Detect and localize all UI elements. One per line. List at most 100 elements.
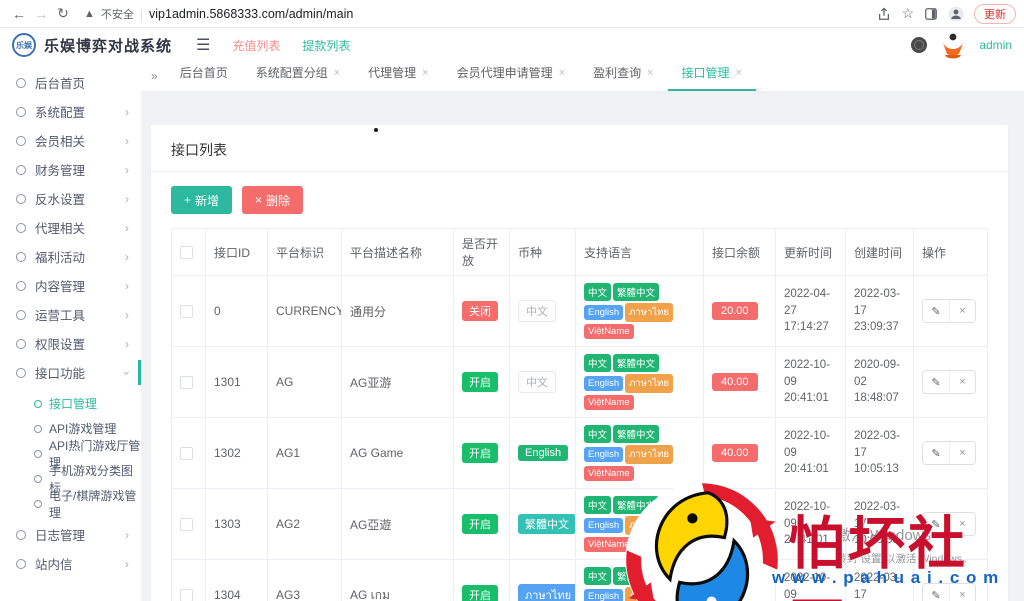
sidebar-item-8[interactable]: 运营工具› xyxy=(0,300,141,329)
updated-date: 2022-10-09 xyxy=(784,357,837,390)
tab-1[interactable]: 系统配置分组× xyxy=(242,64,354,91)
edit-icon[interactable]: ✎ xyxy=(923,513,949,535)
tab-close-icon[interactable]: × xyxy=(736,67,742,79)
column-header-6: 接口余额 xyxy=(704,229,776,276)
updated-date: 2022-10-09 xyxy=(784,570,837,601)
sidebar-subitem-label: 接口管理 xyxy=(49,395,97,412)
edit-icon[interactable]: ✎ xyxy=(923,300,949,322)
menu-circle-icon xyxy=(16,107,26,117)
currency-badge: 中文 xyxy=(518,300,556,322)
tab-2[interactable]: 代理管理 × xyxy=(354,64,442,91)
tab-4[interactable]: 盈利查询× xyxy=(579,64,667,91)
sidebar-item-11[interactable]: 日志管理› xyxy=(0,520,141,549)
cell-languages: 中文繁體中文EnglishภาษาไทยViệtName xyxy=(576,489,704,560)
language-badge: ภาษาไทย xyxy=(625,445,673,464)
sidebar-item-3[interactable]: 财务管理 › xyxy=(0,155,141,184)
sidebar-item-7[interactable]: 内容管理› xyxy=(0,271,141,300)
updated-date: 2022-10-09 xyxy=(784,428,837,461)
address-divider: | xyxy=(140,7,143,21)
submenu-circle-icon xyxy=(34,425,42,433)
sidebar-item-10[interactable]: 接口功能› xyxy=(0,358,141,387)
share-icon[interactable] xyxy=(877,7,891,21)
delete-row-icon[interactable]: × xyxy=(949,584,975,601)
bookmark-star-icon[interactable]: ☆ xyxy=(901,5,914,22)
delete-row-icon[interactable]: × xyxy=(949,371,975,393)
tab-label: 接口管理 xyxy=(682,64,730,81)
menu-circle-icon xyxy=(16,136,26,146)
sidebar-item-9[interactable]: 权限设置› xyxy=(0,329,141,358)
sidebar-item-12[interactable]: 站内信› xyxy=(0,549,141,578)
cell-platform-desc: AG亚游 xyxy=(342,347,454,418)
sidebar-item-0[interactable]: 后台首页 xyxy=(0,68,141,97)
tab-close-icon[interactable]: × xyxy=(422,67,428,79)
address-bar[interactable]: ▲ 不安全 | vip1admin.5868333.com/admin/main xyxy=(84,6,877,22)
row-checkbox[interactable] xyxy=(180,589,193,601)
sidebar-item-2[interactable]: 会员相关› xyxy=(0,126,141,155)
language-badge: 繁體中文 xyxy=(613,425,659,443)
reload-icon[interactable]: ↻ xyxy=(52,5,74,22)
sidebar-subitem-10-0[interactable]: 接口管理 xyxy=(0,391,141,416)
row-checkbox[interactable] xyxy=(180,518,193,531)
balance-badge: 40.00 xyxy=(712,586,758,601)
browser-update-button[interactable]: 更新 xyxy=(974,4,1016,24)
tab-label: 代理管理 xyxy=(368,64,416,81)
balance-badge: 40.00 xyxy=(712,373,758,391)
tab-close-icon[interactable]: × xyxy=(647,67,653,79)
select-all-checkbox[interactable] xyxy=(180,246,193,259)
delete-row-icon[interactable]: × xyxy=(949,442,975,464)
submenu-circle-icon xyxy=(34,475,42,483)
forward-icon[interactable]: → xyxy=(30,6,52,22)
row-checkbox[interactable] xyxy=(180,305,193,318)
sidebar-item-label: 反水设置 xyxy=(35,189,85,208)
row-checkbox[interactable] xyxy=(180,376,193,389)
sidebar-subitem-10-4[interactable]: 电子/棋牌游戏管理 xyxy=(0,491,141,516)
tab-close-icon[interactable]: × xyxy=(559,67,565,79)
tab-3[interactable]: 会员代理申请管理 × xyxy=(443,64,579,91)
stray-dot xyxy=(374,128,378,132)
sidebar-item-4[interactable]: 反水设置› xyxy=(0,184,141,213)
recharge-list-link[interactable]: 充值列表 xyxy=(232,37,280,54)
edit-icon[interactable]: ✎ xyxy=(923,442,949,464)
username[interactable]: admin xyxy=(979,38,1012,52)
sidebar-submenu: 接口管理API游戏管理API热门游戏厅管理手机游戏分类图标电子/棋牌游戏管理 xyxy=(0,387,141,520)
not-secure-label: 不安全 xyxy=(101,6,134,22)
delete-button[interactable]: ×删除 xyxy=(242,186,303,214)
sidebar-item-label: 财务管理 xyxy=(35,160,85,179)
delete-row-icon[interactable]: × xyxy=(949,300,975,322)
cell-created-time: 2022-03-1710:06:22 xyxy=(846,560,914,601)
language-badge: 中文 xyxy=(584,425,611,443)
language-badge: ViệtName xyxy=(584,466,634,481)
chevron-right-icon: › xyxy=(125,279,129,293)
cell-interface-id: 1303 xyxy=(206,489,268,560)
back-icon[interactable]: ← xyxy=(8,6,30,22)
globe-icon[interactable] xyxy=(911,37,927,53)
profile-icon[interactable] xyxy=(948,6,964,22)
sidebar-item-6[interactable]: 福利活动› xyxy=(0,242,141,271)
language-badge: English xyxy=(584,305,623,320)
sidebar-collapse-icon[interactable]: ☰ xyxy=(196,35,210,55)
edit-icon[interactable]: ✎ xyxy=(923,371,949,393)
cell-languages: 中文繁體中文EnglishภาษาไทยViệtName xyxy=(576,347,704,418)
tab-close-icon[interactable]: × xyxy=(334,67,340,79)
cell-languages: 中文繁體中文EnglishภาษาไทยViệtName xyxy=(576,560,704,601)
chevron-right-icon: › xyxy=(125,163,129,177)
sidebar-item-1[interactable]: 系统配置› xyxy=(0,97,141,126)
tab-0[interactable]: 后台首页 xyxy=(166,64,242,91)
avatar[interactable] xyxy=(939,31,967,59)
withdraw-list-link[interactable]: 提款列表 xyxy=(302,37,350,54)
url-text: vip1admin.5868333.com/admin/main xyxy=(149,7,353,21)
edit-icon[interactable]: ✎ xyxy=(923,584,949,601)
column-header-8: 创建时间 xyxy=(846,229,914,276)
delete-row-icon[interactable]: × xyxy=(949,513,975,535)
reading-list-icon[interactable] xyxy=(924,7,938,21)
app-title: 乐娱博弈对战系统 xyxy=(44,35,172,56)
tab-5[interactable]: 接口管理 × xyxy=(668,64,756,91)
add-button[interactable]: +新增 xyxy=(171,186,232,214)
tabs-overflow-icon[interactable]: » xyxy=(147,69,166,91)
updated-time: 20:41:01 xyxy=(784,390,837,407)
sidebar-item-5[interactable]: 代理相关› xyxy=(0,213,141,242)
chevron-right-icon: › xyxy=(125,105,129,119)
row-checkbox[interactable] xyxy=(180,447,193,460)
tab-label: 会员代理申请管理 xyxy=(457,64,553,81)
app-header: 乐娱 乐娱博弈对战系统 ☰ 充值列表 提款列表 admin xyxy=(0,28,1024,62)
